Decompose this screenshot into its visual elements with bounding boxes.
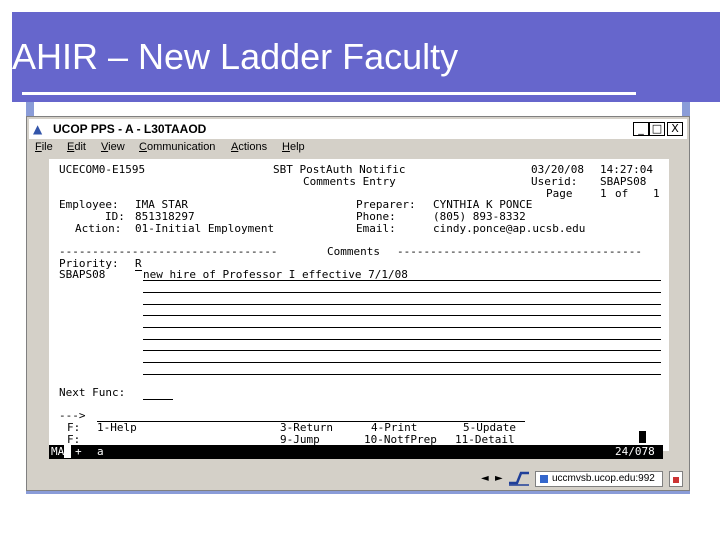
status-mode-block (64, 445, 71, 458)
slide-frame-bottom (26, 491, 690, 494)
comment-line-2[interactable] (143, 292, 661, 293)
page-total: 1 (653, 187, 660, 200)
terminal-scroll-strip[interactable] (663, 159, 669, 451)
menu-edit[interactable]: Edit (67, 141, 86, 153)
slide-frame-right (682, 102, 690, 116)
security-lock-icon[interactable] (669, 471, 683, 487)
comment-line-8[interactable] (143, 362, 661, 363)
minimize-button[interactable]: _ (633, 122, 649, 136)
page-of: of (615, 187, 629, 200)
comment-line-5[interactable] (143, 327, 661, 328)
host-address: uccmvsb.ucop.edu:992 (552, 473, 655, 484)
fkey-help[interactable]: 1-Help (97, 422, 137, 434)
close-button[interactable]: X (667, 122, 683, 136)
emulator-window: ▲ UCOP PPS - A - L30TAAOD _ □ X File Edi… (26, 116, 690, 491)
status-indicator: + (75, 445, 82, 458)
network-connection-icon (509, 471, 529, 486)
next-func-input[interactable] (143, 387, 173, 400)
scroll-right-icon[interactable]: ► (495, 473, 503, 484)
email-value: cindy.ponce@ap.ucsb.edu (433, 222, 586, 235)
comment-line-9[interactable] (143, 374, 661, 375)
menubar: File Edit View Communication Actions Hel… (29, 139, 687, 157)
comment-line-1-underline (143, 280, 661, 281)
window-title: UCOP PPS - A - L30TAAOD (53, 122, 207, 136)
slide-title-rule (22, 92, 636, 95)
menu-communication[interactable]: Communication (139, 141, 215, 153)
menu-view[interactable]: View (101, 141, 125, 153)
next-func-label: Next Func: (59, 386, 126, 399)
slide-frame-left (26, 102, 34, 116)
slide-title: AHIR – New Ladder Faculty (12, 36, 459, 77)
menu-edit-label: dit (74, 141, 86, 153)
menu-communication-mnemonic: C (139, 141, 147, 153)
status-field: a (97, 445, 104, 458)
comment-line-6[interactable] (143, 339, 661, 340)
security-lock-mark (673, 477, 679, 483)
email-label: Email: (356, 222, 396, 235)
comment-user: SBAPS08 (59, 268, 106, 281)
terminal-screen[interactable]: UCECOM0-E1595 SBT PostAuth Notific Comme… (49, 159, 663, 451)
status-bar: MA + a 24/078 (49, 445, 663, 459)
status-mode: MA (51, 445, 71, 459)
menu-help-label: elp (289, 141, 305, 153)
screen-id: UCECOM0-E1595 (59, 163, 146, 176)
menu-communication-label: ommunication (146, 141, 216, 153)
menu-help[interactable]: Help (282, 141, 305, 153)
page-label: Page (546, 187, 573, 200)
host-connection-box: uccmvsb.ucop.edu:992 (535, 471, 663, 487)
page-current: 1 (600, 187, 607, 200)
menu-help-mnemonic: H (282, 141, 290, 153)
comments-heading: Comments (327, 245, 380, 258)
menu-file-mnemonic: F (35, 141, 42, 153)
connection-status-icon (540, 475, 548, 483)
action-label: Action: (75, 222, 122, 235)
status-mode-text: MA (51, 445, 65, 458)
menu-actions-label: ctions (238, 141, 268, 153)
app-icon[interactable]: ▲ (33, 122, 47, 136)
window-titlebar[interactable]: ▲ UCOP PPS - A - L30TAAOD _ □ X (29, 119, 687, 139)
menu-file-label: ile (41, 141, 53, 153)
status-cursor-position: 24/078 (615, 445, 655, 458)
menu-view-label: iew (108, 141, 125, 153)
comment-line-4[interactable] (143, 315, 661, 316)
priority-field[interactable]: R (135, 258, 142, 271)
terminal-cursor (639, 431, 646, 443)
menu-file[interactable]: File (35, 141, 53, 153)
divider-right: ------------------------------------- (397, 245, 643, 258)
comment-line-7[interactable] (143, 350, 661, 351)
scroll-left-icon[interactable]: ◄ (481, 473, 489, 484)
comment-line-3[interactable] (143, 304, 661, 305)
bottom-toolbar: ◄ ► uccmvsb.ucop.edu:992 (29, 469, 687, 489)
menu-actions[interactable]: Actions (231, 141, 267, 153)
action-value: 01-Initial Employment (135, 222, 275, 235)
screen-header-line2: Comments Entry (303, 175, 396, 188)
maximize-button[interactable]: □ (649, 122, 665, 136)
